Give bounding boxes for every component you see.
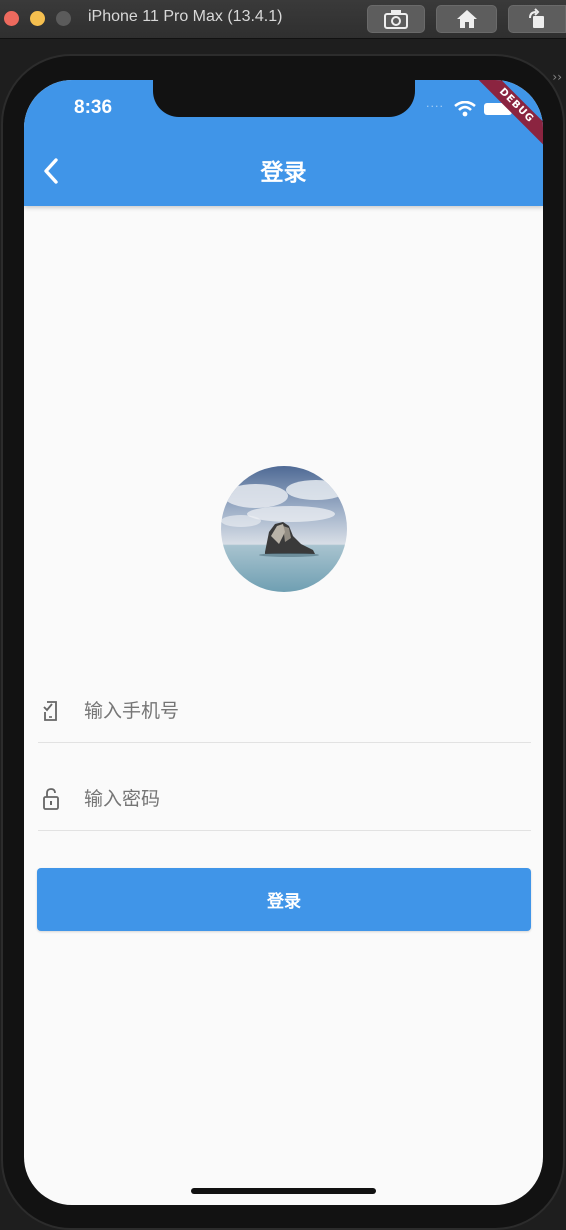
login-button[interactable]: 登录: [37, 868, 531, 931]
simulator-window: iPhone 11 Pro Max (13.4.1) ›› 8:36 ···· …: [0, 0, 566, 1230]
screenshot-button[interactable]: [367, 5, 425, 33]
phone-input[interactable]: [84, 696, 531, 726]
overflow-chevron-icon[interactable]: ››: [552, 70, 562, 84]
status-time: 8:36: [74, 97, 113, 118]
debug-banner: DEBUG: [471, 80, 543, 151]
simulator-title: iPhone 11 Pro Max (13.4.1): [88, 8, 283, 25]
home-indicator[interactable]: [191, 1188, 376, 1194]
rotate-button[interactable]: [508, 5, 566, 33]
signal-icon: ····: [426, 100, 444, 113]
phone-field: [38, 680, 531, 743]
minimize-window-button[interactable]: [30, 11, 45, 26]
phone-screen: 8:36 ···· 登录 DEBUG 输入手机号 登录: [24, 80, 543, 1205]
home-button[interactable]: [436, 5, 497, 33]
password-field: [38, 768, 531, 831]
island-photo-avatar: [221, 466, 347, 592]
phone-icon: [40, 699, 62, 723]
zoom-window-button[interactable]: [56, 11, 71, 26]
close-window-button[interactable]: [4, 11, 19, 26]
screenshot-icon: [384, 10, 408, 29]
lock-icon: [40, 787, 62, 811]
simulator-title-bar: iPhone 11 Pro Max (13.4.1): [0, 0, 566, 39]
password-input[interactable]: [84, 784, 531, 814]
wifi-icon: [454, 101, 476, 117]
page-title: 登录: [260, 160, 307, 186]
home-icon: [456, 10, 477, 28]
rotate-icon: [529, 8, 544, 28]
device-notch: [153, 80, 415, 117]
avatar: [221, 466, 347, 592]
